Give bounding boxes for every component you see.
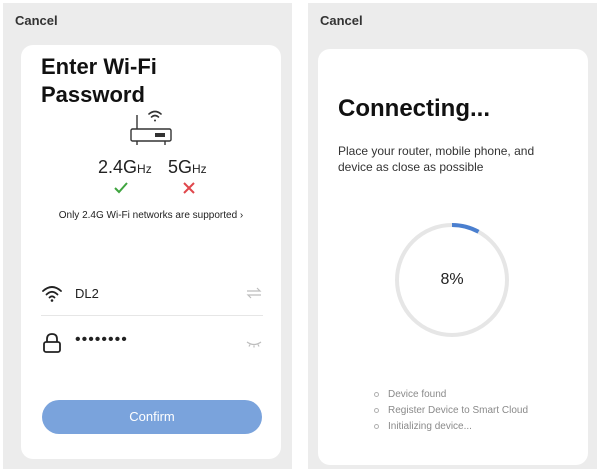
password-value: •••••••• [75,331,128,348]
wifi-name-field[interactable]: DL2 [41,279,263,309]
band-5ghz-label: 5GHz [168,157,207,178]
cancel-button[interactable]: Cancel [320,13,363,28]
password-field[interactable]: •••••••• [41,329,263,359]
connection-steps: Device found Register Device to Smart Cl… [374,387,528,435]
step-item: Register Device to Smart Cloud [374,403,528,419]
band-2-4ghz-unit: Hz [137,162,152,176]
step-label: Initializing device... [388,421,472,432]
divider [41,315,263,316]
step-item: Device found [374,387,528,403]
supported-networks-link[interactable]: Only 2.4G Wi-Fi networks are supported › [21,210,281,221]
chevron-right-icon: › [239,210,244,221]
confirm-button[interactable]: Confirm [42,400,262,434]
step-item: Initializing device... [374,419,528,435]
step-label: Register Device to Smart Cloud [388,405,529,416]
title-line-2: Password [41,82,145,107]
step-dot-icon [374,392,379,397]
band-5ghz-unit: Hz [192,162,207,176]
lock-icon [43,333,61,353]
step-label: Device found [388,389,447,400]
wifi-password-card: Enter Wi-Fi Password 2.4GHz 5GHz Only 2.… [21,45,281,459]
progress-percent: 8% [440,271,464,288]
router-icon [130,110,172,145]
wifi-password-screen: Cancel Enter Wi-Fi Password 2.4GHz 5GHz [3,3,292,469]
step-dot-icon [374,408,379,413]
eye-closed-icon[interactable] [245,335,263,351]
band-5ghz-value: 5G [168,157,193,177]
page-title: Enter Wi-Fi Password [41,53,241,109]
wifi-name-value: DL2 [75,286,99,301]
title-line-1: Enter Wi-Fi [41,54,157,79]
wifi-icon [148,110,162,122]
band-2-4ghz-value: 2.4G [98,157,138,177]
step-dot-icon [374,424,379,429]
connecting-screen: Cancel Connecting... Place your router, … [308,3,597,469]
wifi-icon [42,286,62,302]
supported-networks-text: Only 2.4G Wi-Fi networks are supported [58,210,238,221]
page-title: Connecting... [338,95,490,122]
band-2-4ghz-label: 2.4GHz [98,157,152,178]
cross-icon [183,182,195,194]
connecting-card: Connecting... Place your router, mobile … [318,49,588,465]
swap-icon[interactable] [245,285,263,301]
check-icon [114,182,128,194]
placement-hint: Place your router, mobile phone, and dev… [338,144,535,174]
cancel-button[interactable]: Cancel [15,13,58,28]
